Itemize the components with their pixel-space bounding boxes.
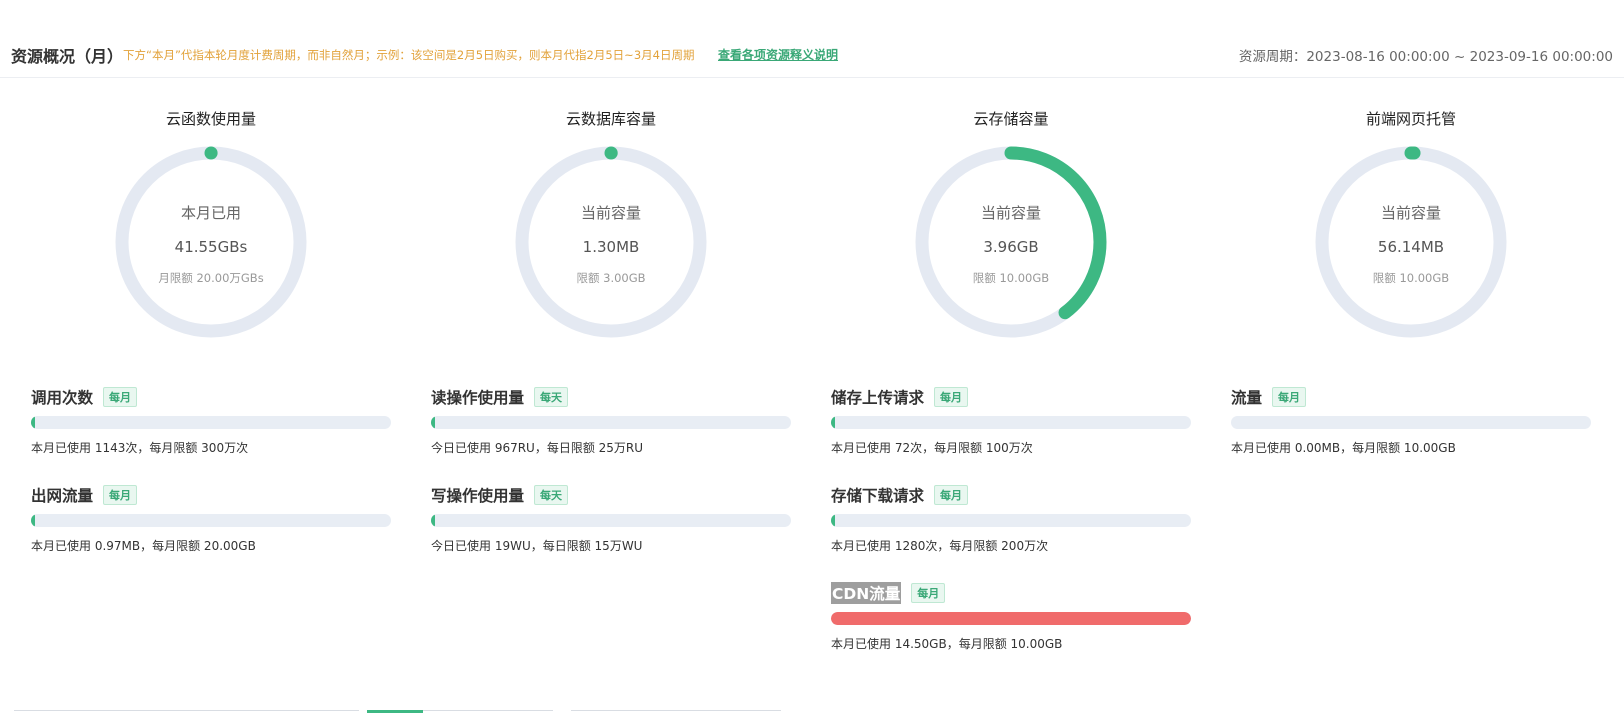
metric-name: 调用次数 xyxy=(31,389,94,407)
usage-text: 本月已使用 1143次，每月限额 300万次 xyxy=(31,441,249,455)
metric-name: 写操作使用量 xyxy=(431,487,525,505)
usage-bar-fill xyxy=(31,416,35,429)
metric-head: 储存上传请求 每月 xyxy=(831,386,969,410)
usage-bar xyxy=(831,416,1191,429)
period-badge: 每天 xyxy=(534,485,569,505)
metric-name: 储存上传请求 xyxy=(831,389,925,407)
usage-bar xyxy=(431,514,791,527)
gauge-value: 41.55GBs xyxy=(174,238,248,256)
usage-bar xyxy=(831,612,1191,625)
metric-name: 读操作使用量 xyxy=(431,389,525,407)
period-badge: 每月 xyxy=(103,387,138,407)
gauge-limit: 限额 3.00GB xyxy=(576,271,646,285)
metric-head: 流量 每月 xyxy=(1231,386,1307,410)
usage-bar xyxy=(1231,416,1591,429)
usage-bar-fill xyxy=(831,416,835,429)
metric-head: 读操作使用量 每天 xyxy=(431,386,569,410)
metric-name: CDN流量 xyxy=(831,582,902,604)
period-badge: 每月 xyxy=(103,485,138,505)
gauge-title: 云存储容量 xyxy=(973,110,1049,128)
gauge-limit: 月限额 20.00万GBs xyxy=(158,271,264,285)
gauge-title: 云数据库容量 xyxy=(565,110,656,128)
gauge-value: 1.30MB xyxy=(582,238,640,256)
gauge-title: 云函数使用量 xyxy=(165,110,256,128)
period-badge: 每天 xyxy=(534,387,569,407)
period-badge: 每月 xyxy=(911,583,946,603)
metric-name: 流量 xyxy=(1231,389,1263,407)
resource-period-value: 2023-08-16 00:00:00 ~ 2023-09-16 00:00:0… xyxy=(1306,49,1613,65)
resource-period-label: 资源周期： xyxy=(1238,49,1307,65)
usage-bar-fill xyxy=(431,514,435,527)
usage-text: 本月已使用 0.00MB，每月限额 10.00GB xyxy=(1231,441,1456,455)
usage-text: 今日已使用 967RU，每日限额 25万RU xyxy=(431,441,644,455)
usage-text: 本月已使用 72次，每月限额 100万次 xyxy=(831,441,1033,455)
metric-head: 写操作使用量 每天 xyxy=(431,484,569,508)
billing-cycle-notice: 下方“本月”代指本轮月度计费周期，而非自然月；示例：该空间是2月5日购买，则本月… xyxy=(123,48,695,62)
metric-head: 调用次数 每月 xyxy=(31,386,138,410)
metric-head: CDN流量 每月 xyxy=(831,582,946,606)
usage-bar xyxy=(831,514,1191,527)
usage-text: 本月已使用 1280次，每月限额 200万次 xyxy=(831,539,1049,553)
resource-explanation-link[interactable]: 查看各项资源释义说明 xyxy=(718,46,838,63)
metric-name: 出网流量 xyxy=(31,487,94,505)
period-badge: 每月 xyxy=(1272,387,1307,407)
resource-period: 资源周期：2023-08-16 00:00:00 ~ 2023-09-16 00… xyxy=(1239,45,1613,65)
usage-bar xyxy=(31,514,391,527)
gauge-title: 前端网页托管 xyxy=(1365,110,1456,128)
gauge-label: 当前容量 xyxy=(580,204,641,222)
usage-bar xyxy=(431,416,791,429)
gauge-label: 当前容量 xyxy=(980,204,1041,222)
gauge-label: 当前容量 xyxy=(1380,204,1441,222)
usage-text: 本月已使用 0.97MB，每月限额 20.00GB xyxy=(31,539,256,553)
metric-head: 存储下载请求 每月 xyxy=(831,484,969,508)
usage-bar-fill xyxy=(831,612,1191,625)
gauge-value: 56.14MB xyxy=(1377,238,1445,256)
usage-bar-fill xyxy=(431,416,435,429)
gauge-value: 3.96GB xyxy=(983,238,1039,256)
gauge-limit: 限额 10.00GB xyxy=(1372,271,1450,285)
metric-head: 出网流量 每月 xyxy=(31,484,138,508)
gauge-label: 本月已用 xyxy=(180,204,241,222)
gauge-limit: 限额 10.00GB xyxy=(972,271,1050,285)
usage-bar-fill xyxy=(31,514,35,527)
overview-header: 资源概况（月） 下方“本月”代指本轮月度计费周期，而非自然月；示例：该空间是2月… xyxy=(0,36,1624,78)
period-badge: 每月 xyxy=(934,485,969,505)
metric-name: 存储下载请求 xyxy=(831,487,925,505)
period-badge: 每月 xyxy=(934,387,969,407)
usage-text: 今日已使用 19WU，每日限额 15万WU xyxy=(431,539,643,553)
usage-bar xyxy=(31,416,391,429)
usage-text: 本月已使用 14.50GB，每月限额 10.00GB xyxy=(831,637,1063,651)
page-title: 资源概况（月） xyxy=(11,47,124,66)
usage-bar-fill xyxy=(831,514,835,527)
